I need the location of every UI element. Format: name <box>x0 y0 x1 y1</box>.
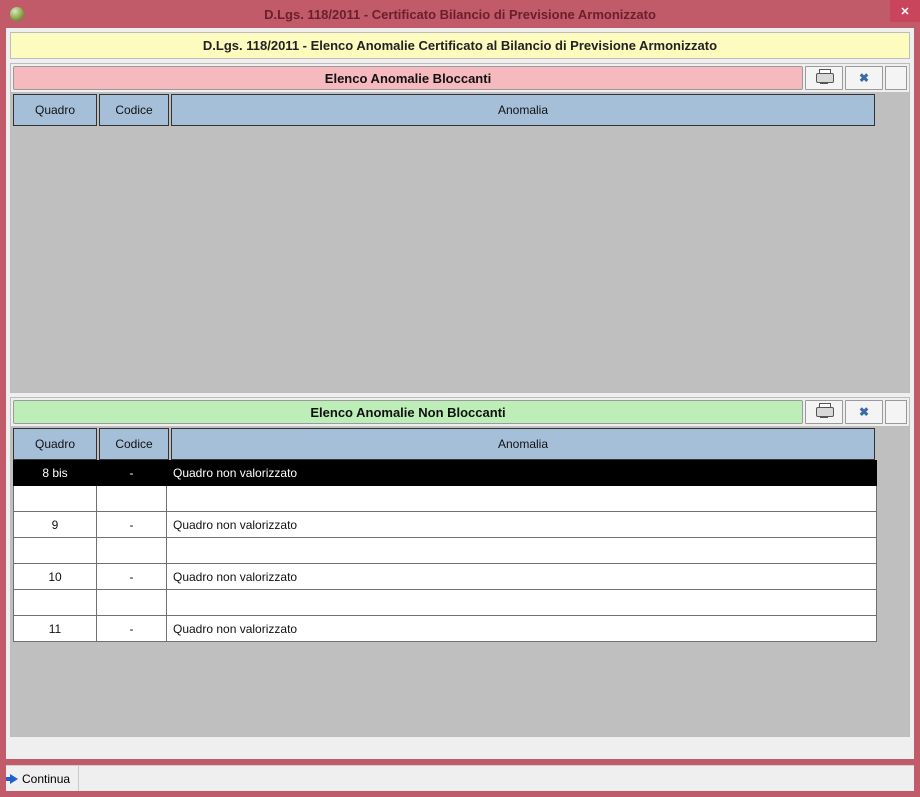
col-gap <box>877 94 907 126</box>
nonblocking-header: Elenco Anomalie Non Bloccanti ✖ <box>11 398 909 426</box>
table-row[interactable]: 10-Quadro non valorizzato <box>13 564 877 590</box>
cell-quadro: 11 <box>13 616 97 642</box>
cell-quadro: 9 <box>13 512 97 538</box>
blocking-header: Elenco Anomalie Bloccanti ✖ <box>11 64 909 92</box>
nonblocking-close-button[interactable]: ✖ <box>845 400 883 424</box>
cell-codice: - <box>97 460 167 486</box>
cell-anomalia <box>167 538 877 564</box>
col-anomalia[interactable]: Anomalia <box>171 94 875 126</box>
printer-icon <box>816 406 832 418</box>
arrow-right-icon <box>10 774 18 784</box>
blocking-columns: Quadro Codice Anomalia <box>11 92 909 126</box>
continua-button[interactable]: Continua <box>8 766 79 791</box>
nonblocking-columns: Quadro Codice Anomalia <box>11 426 909 460</box>
blocking-print-button[interactable] <box>805 66 843 90</box>
titlebar: D.Lgs. 118/2011 - Certificato Bilancio d… <box>0 0 920 28</box>
nonblocking-header-spacer <box>885 400 907 424</box>
blocking-header-spacer <box>885 66 907 90</box>
cell-codice: - <box>97 512 167 538</box>
page-banner: D.Lgs. 118/2011 - Elenco Anomalie Certif… <box>10 32 910 59</box>
cell-anomalia <box>167 590 877 616</box>
window-title: D.Lgs. 118/2011 - Certificato Bilancio d… <box>0 7 920 22</box>
cell-anomalia: Quadro non valorizzato <box>167 564 877 590</box>
cell-anomalia: Quadro non valorizzato <box>167 616 877 642</box>
printer-icon <box>816 72 832 84</box>
cell-codice <box>97 538 167 564</box>
blocking-grid[interactable] <box>11 126 909 392</box>
statusbar: Continua <box>6 765 914 791</box>
table-row[interactable] <box>13 538 877 564</box>
table-row[interactable]: 9-Quadro non valorizzato <box>13 512 877 538</box>
col-quadro-2[interactable]: Quadro <box>13 428 97 460</box>
cell-anomalia <box>167 486 877 512</box>
client-area: D.Lgs. 118/2011 - Elenco Anomalie Certif… <box>6 28 914 759</box>
close-icon: ✖ <box>859 406 869 418</box>
cell-anomalia: Quadro non valorizzato <box>167 512 877 538</box>
blocking-title: Elenco Anomalie Bloccanti <box>13 66 803 90</box>
continua-label: Continua <box>22 772 70 786</box>
table-row[interactable] <box>13 486 877 512</box>
col-gap-2 <box>877 428 907 460</box>
nonblocking-grid[interactable]: 8 bis-Quadro non valorizzato9-Quadro non… <box>11 460 909 736</box>
cell-quadro: 10 <box>13 564 97 590</box>
table-row[interactable]: 11-Quadro non valorizzato <box>13 616 877 642</box>
col-quadro[interactable]: Quadro <box>13 94 97 126</box>
close-icon: ✖ <box>859 72 869 84</box>
blocking-close-button[interactable]: ✖ <box>845 66 883 90</box>
table-row[interactable]: 8 bis-Quadro non valorizzato <box>13 460 877 486</box>
cell-quadro <box>13 590 97 616</box>
table-row[interactable] <box>13 590 877 616</box>
close-button[interactable]: ✕ <box>890 0 920 22</box>
cell-quadro <box>13 486 97 512</box>
cell-anomalia: Quadro non valorizzato <box>167 460 877 486</box>
cell-codice: - <box>97 616 167 642</box>
cell-quadro: 8 bis <box>13 460 97 486</box>
cell-codice <box>97 590 167 616</box>
nonblocking-print-button[interactable] <box>805 400 843 424</box>
col-anomalia-2[interactable]: Anomalia <box>171 428 875 460</box>
nonblocking-section: Elenco Anomalie Non Bloccanti ✖ Quadro C… <box>10 397 910 737</box>
cell-codice <box>97 486 167 512</box>
col-codice-2[interactable]: Codice <box>99 428 169 460</box>
cell-codice: - <box>97 564 167 590</box>
nonblocking-title: Elenco Anomalie Non Bloccanti <box>13 400 803 424</box>
cell-quadro <box>13 538 97 564</box>
blocking-section: Elenco Anomalie Bloccanti ✖ Quadro Codic… <box>10 63 910 393</box>
col-codice[interactable]: Codice <box>99 94 169 126</box>
